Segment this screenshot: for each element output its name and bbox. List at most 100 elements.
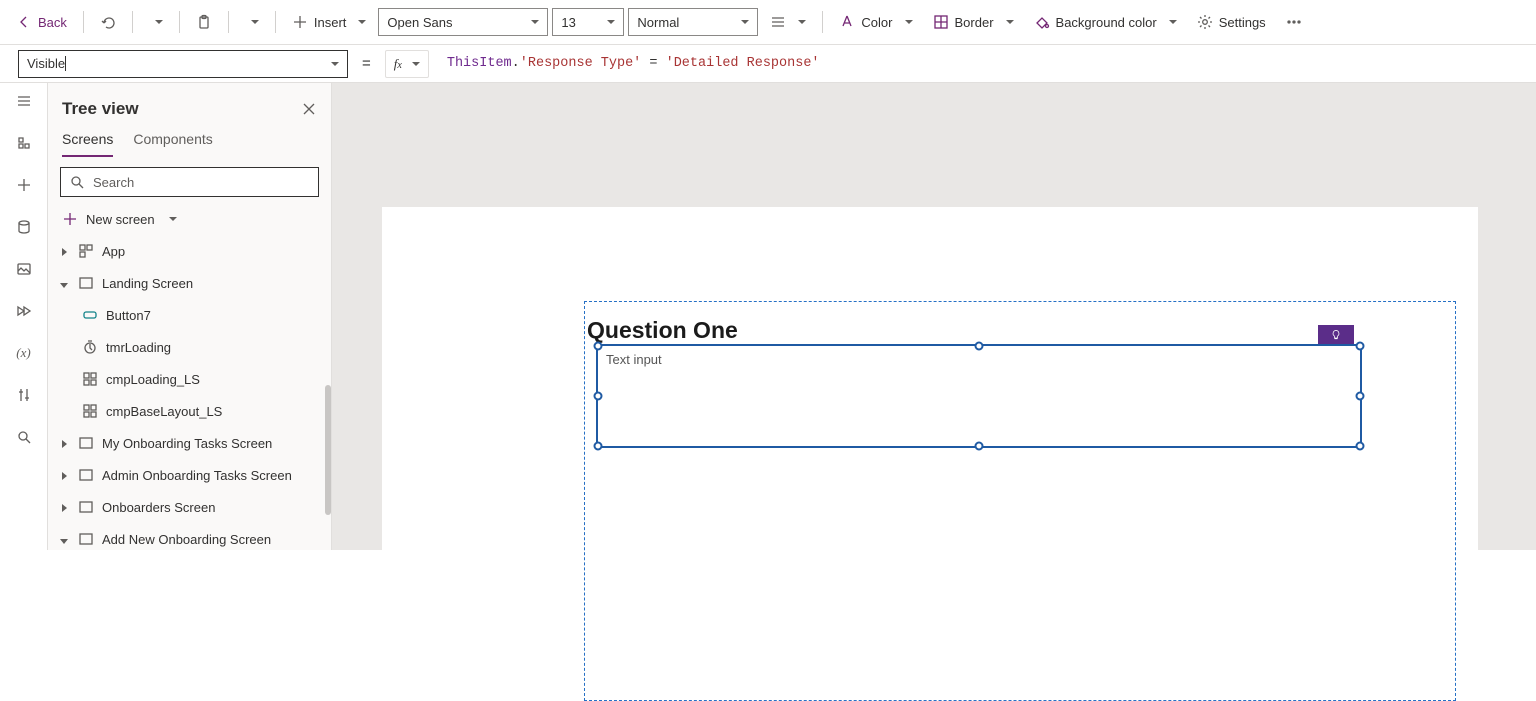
canvas[interactable]: Question One Text input bbox=[332, 83, 1536, 550]
hamburger-icon[interactable] bbox=[16, 93, 32, 109]
more-icon bbox=[1286, 14, 1302, 30]
resize-handle[interactable] bbox=[594, 342, 603, 351]
resize-handle[interactable] bbox=[975, 442, 984, 451]
property-value: Visible bbox=[27, 56, 65, 71]
settings-button[interactable]: Settings bbox=[1189, 6, 1274, 38]
left-rail: (x) bbox=[0, 83, 48, 550]
font-dropdown[interactable]: Open Sans bbox=[378, 8, 548, 36]
expand-icon bbox=[62, 440, 67, 448]
border-label: Border bbox=[955, 15, 994, 30]
color-button[interactable]: Color bbox=[831, 6, 920, 38]
tree-node-button7[interactable]: Button7 bbox=[48, 299, 331, 331]
equals-label: = bbox=[356, 55, 377, 72]
node-label: Landing Screen bbox=[102, 276, 193, 291]
font-color-icon bbox=[839, 14, 855, 30]
tree-icon[interactable] bbox=[16, 135, 32, 151]
add-page-icon[interactable] bbox=[16, 177, 32, 193]
new-screen-button[interactable]: New screen bbox=[48, 201, 331, 235]
app-icon bbox=[78, 243, 94, 259]
search-icon[interactable] bbox=[16, 429, 32, 445]
tree-node-addnew[interactable]: Add New Onboarding Screen bbox=[48, 523, 331, 550]
button-icon bbox=[82, 307, 98, 323]
resize-handle[interactable] bbox=[594, 392, 603, 401]
media-icon[interactable] bbox=[16, 261, 32, 277]
screen-icon bbox=[78, 435, 94, 451]
tree-node-cmpblayout[interactable]: cmpBaseLayout_LS bbox=[48, 395, 331, 427]
font-value: Open Sans bbox=[387, 15, 452, 30]
resize-handle[interactable] bbox=[1356, 392, 1365, 401]
resize-handle[interactable] bbox=[1356, 442, 1365, 451]
close-icon[interactable] bbox=[301, 101, 317, 117]
resize-handle[interactable] bbox=[975, 342, 984, 351]
chevron-down-icon bbox=[531, 20, 539, 24]
formula-editor[interactable]: ThisItem.'Response Type' = 'Detailed Res… bbox=[437, 56, 1528, 71]
separator bbox=[275, 11, 276, 33]
chevron-down-icon bbox=[1169, 20, 1177, 24]
text-input-placeholder: Text input bbox=[606, 352, 662, 367]
undo-button[interactable] bbox=[92, 6, 124, 38]
tree-title: Tree view bbox=[62, 99, 139, 119]
tree-search-input[interactable]: Search bbox=[60, 167, 319, 197]
separator bbox=[228, 11, 229, 33]
more-button[interactable] bbox=[1278, 6, 1310, 38]
tree-node-cmploading[interactable]: cmpLoading_LS bbox=[48, 363, 331, 395]
new-screen-label: New screen bbox=[86, 212, 155, 227]
tree-node-adminonb[interactable]: Admin Onboarding Tasks Screen bbox=[48, 459, 331, 491]
fill-icon bbox=[1034, 14, 1050, 30]
tools-icon[interactable] bbox=[16, 387, 32, 403]
paste-split-button[interactable] bbox=[237, 6, 267, 38]
insert-label: Insert bbox=[314, 15, 347, 30]
undo-icon bbox=[100, 14, 116, 30]
tree-node-onboarders[interactable]: Onboarders Screen bbox=[48, 491, 331, 523]
screen-icon bbox=[78, 499, 94, 515]
gear-icon bbox=[1197, 14, 1213, 30]
chevron-down-icon bbox=[169, 217, 177, 221]
back-label: Back bbox=[38, 15, 67, 30]
font-weight-dropdown[interactable]: Normal bbox=[628, 8, 758, 36]
back-button[interactable]: Back bbox=[8, 6, 75, 38]
chevron-down-icon bbox=[155, 20, 163, 24]
node-label: Admin Onboarding Tasks Screen bbox=[102, 468, 292, 483]
plus-icon bbox=[292, 14, 308, 30]
scrollbar-thumb[interactable] bbox=[325, 385, 331, 515]
node-label: Button7 bbox=[106, 308, 151, 323]
separator bbox=[132, 11, 133, 33]
resize-handle[interactable] bbox=[1356, 342, 1365, 351]
color-label: Color bbox=[861, 15, 892, 30]
font-size-value: 13 bbox=[561, 15, 575, 30]
property-dropdown[interactable]: Visible bbox=[18, 50, 348, 78]
node-label: Add New Onboarding Screen bbox=[102, 532, 271, 547]
arrow-left-icon bbox=[16, 14, 32, 30]
separator bbox=[179, 11, 180, 33]
flows-icon[interactable] bbox=[16, 303, 32, 319]
border-button[interactable]: Border bbox=[925, 6, 1022, 38]
tree-node-tmrloading[interactable]: tmrLoading bbox=[48, 331, 331, 363]
undo-split-button[interactable] bbox=[141, 6, 171, 38]
tree-node-myonb[interactable]: My Onboarding Tasks Screen bbox=[48, 427, 331, 459]
insert-button[interactable]: Insert bbox=[284, 6, 375, 38]
chevron-down-icon bbox=[905, 20, 913, 24]
resize-handle[interactable] bbox=[594, 442, 603, 451]
text-input-control[interactable]: Text input bbox=[596, 344, 1362, 448]
fx-dropdown[interactable]: fx bbox=[385, 50, 429, 78]
tab-screens[interactable]: Screens bbox=[62, 131, 113, 157]
tab-components[interactable]: Components bbox=[133, 131, 212, 157]
paste-button[interactable] bbox=[188, 6, 220, 38]
variables-icon[interactable]: (x) bbox=[16, 345, 30, 361]
bgcolor-label: Background color bbox=[1056, 15, 1157, 30]
tree-node-app[interactable]: App bbox=[48, 235, 331, 267]
bgcolor-button[interactable]: Background color bbox=[1026, 6, 1185, 38]
align-button[interactable] bbox=[762, 6, 814, 38]
tree-node-landing[interactable]: Landing Screen bbox=[48, 267, 331, 299]
chevron-down-icon bbox=[331, 62, 339, 66]
formula-token-value: 'Detailed Response' bbox=[666, 56, 820, 71]
chevron-down-icon bbox=[358, 20, 366, 24]
separator bbox=[822, 11, 823, 33]
plus-icon bbox=[62, 211, 78, 227]
collapse-icon bbox=[60, 539, 68, 544]
data-icon[interactable] bbox=[16, 219, 32, 235]
settings-label: Settings bbox=[1219, 15, 1266, 30]
idea-badge[interactable] bbox=[1318, 325, 1354, 345]
search-placeholder: Search bbox=[93, 175, 134, 190]
font-size-dropdown[interactable]: 13 bbox=[552, 8, 624, 36]
